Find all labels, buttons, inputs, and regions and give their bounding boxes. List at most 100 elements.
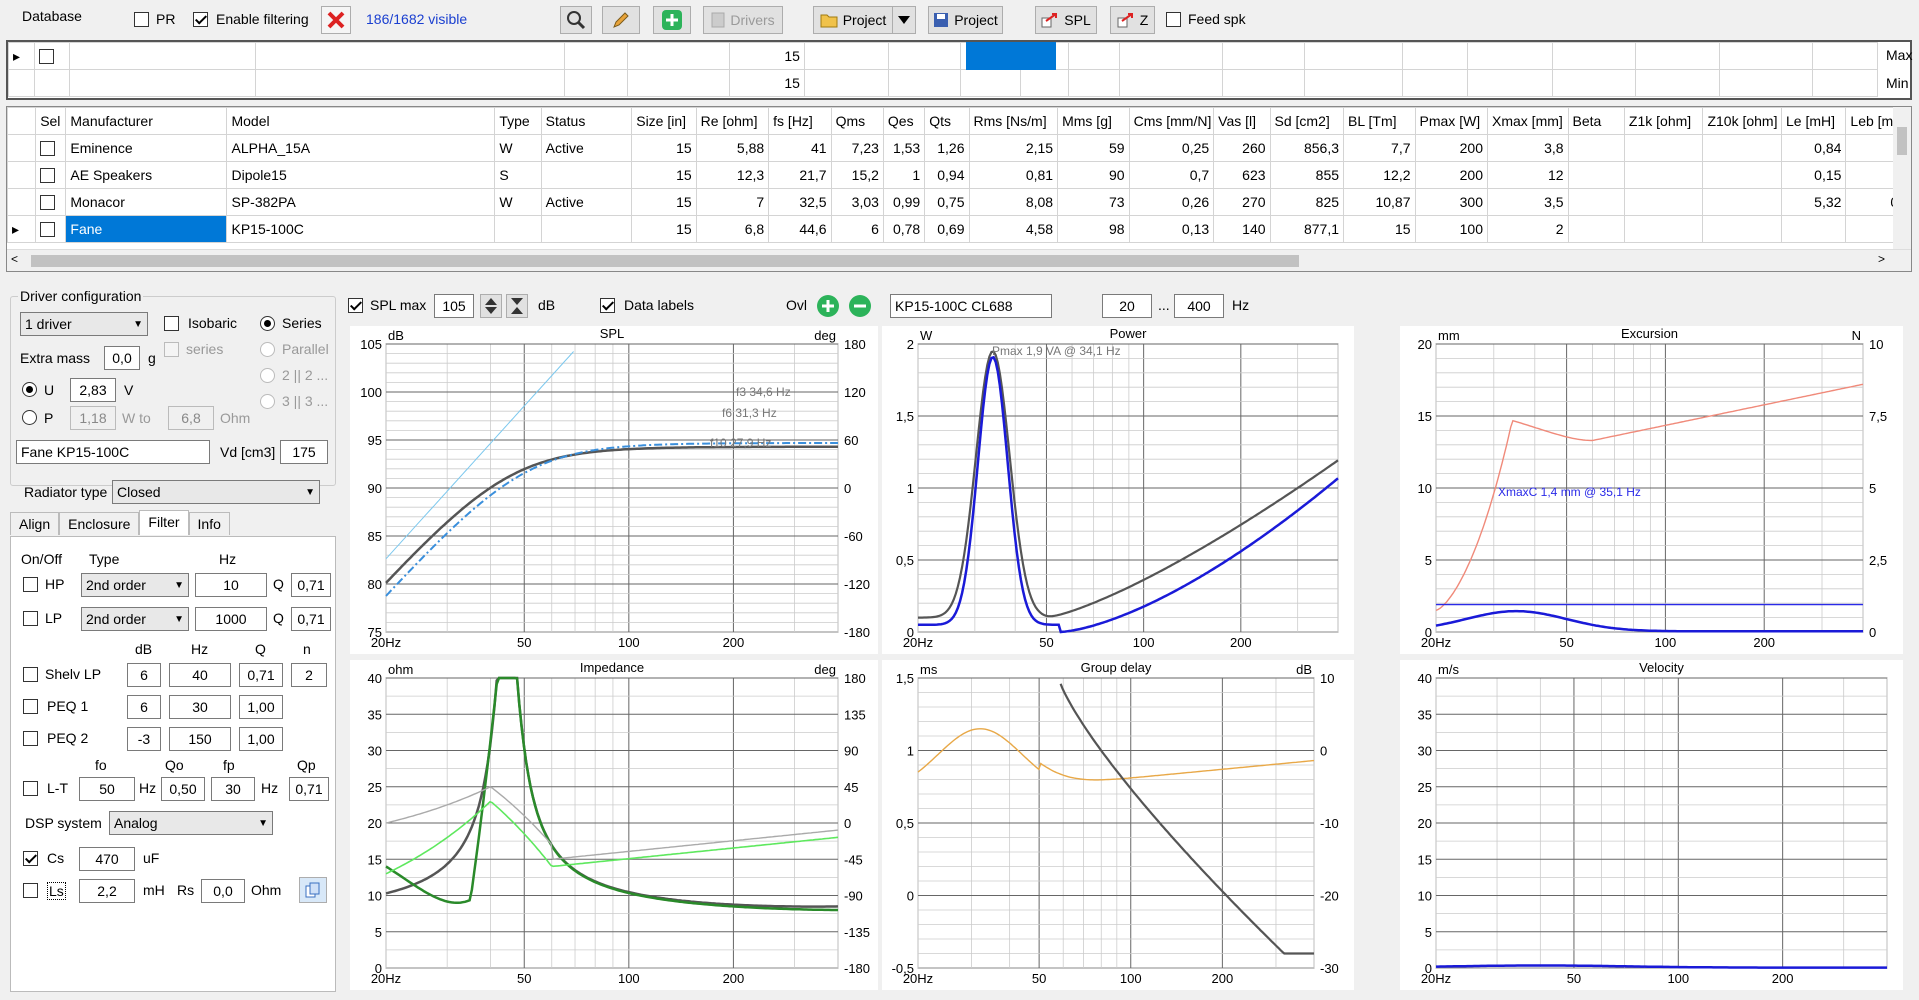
data-labels-checkbox[interactable] xyxy=(600,298,615,313)
table-cell[interactable]: 5,32 xyxy=(1780,188,1847,216)
table-cell[interactable]: 98 xyxy=(1057,215,1130,243)
table-cell[interactable] xyxy=(1702,215,1782,243)
table-cell[interactable]: 15 xyxy=(631,215,697,243)
table-cell[interactable] xyxy=(1567,188,1625,216)
table-cell[interactable]: 100 xyxy=(1414,215,1489,243)
table-cell[interactable]: 855 xyxy=(1269,161,1345,189)
table-cell[interactable]: Fane xyxy=(65,215,228,243)
three-parallel-radio[interactable] xyxy=(260,394,275,409)
table-row[interactable]: Monacor SP-382PA W Active 15 7 32,5 3,03 0,99 0,7… xyxy=(7,188,1907,216)
spl-max-checkbox[interactable] xyxy=(348,298,363,313)
row-select-checkbox[interactable] xyxy=(40,168,56,184)
freq-to-input[interactable]: 400 xyxy=(1174,294,1224,318)
table-cell[interactable]: 12 xyxy=(1487,161,1569,189)
enable-filtering-checkbox[interactable] xyxy=(193,12,208,27)
row-select-checkbox[interactable] xyxy=(40,195,56,211)
table-cell[interactable] xyxy=(1623,188,1704,216)
column-header[interactable]: Sd [cm2] xyxy=(1269,107,1345,135)
table-cell[interactable]: 3,03 xyxy=(830,188,884,216)
table-cell[interactable]: 0,13 xyxy=(1128,215,1215,243)
table-cell[interactable]: 623 xyxy=(1213,161,1271,189)
pr-checkbox[interactable] xyxy=(134,12,149,27)
table-cell[interactable]: 260 xyxy=(1213,134,1271,162)
clear-filter-button[interactable] xyxy=(321,6,351,34)
table-cell[interactable]: 0,69 xyxy=(924,215,970,243)
column-header[interactable]: Qms xyxy=(830,107,884,135)
table-cell[interactable]: 0,75 xyxy=(924,188,970,216)
table-cell[interactable]: 10,87 xyxy=(1343,188,1416,216)
copy-button[interactable] xyxy=(299,877,327,903)
column-header[interactable]: Manufacturer xyxy=(65,107,228,135)
ohm-input[interactable]: 6,8 xyxy=(168,406,214,430)
series-radio[interactable] xyxy=(260,316,275,331)
table-cell[interactable]: 32,5 xyxy=(768,188,832,216)
column-header[interactable]: Beta xyxy=(1567,107,1625,135)
table-cell[interactable]: 1 xyxy=(882,161,926,189)
table-cell[interactable]: 7,23 xyxy=(830,134,884,162)
lp-hz-input[interactable]: 1000 xyxy=(195,607,267,631)
ls-input[interactable]: 2,2 xyxy=(79,879,135,903)
peq1-q-input[interactable]: 1,00 xyxy=(239,695,283,719)
add-button[interactable] xyxy=(653,6,691,34)
vd-input[interactable]: 175 xyxy=(280,440,328,464)
table-cell[interactable]: SP-382PA xyxy=(226,188,496,216)
table-cell[interactable]: 200 xyxy=(1414,134,1489,162)
column-header[interactable]: Status xyxy=(540,107,633,135)
table-cell[interactable] xyxy=(1702,188,1782,216)
table-cell[interactable]: 825 xyxy=(1269,188,1345,216)
column-header[interactable]: fs [Hz] xyxy=(768,107,832,135)
table-row[interactable]: ▸ Fane KP15-100C 15 6,8 44,6 6 0,78 0,69 4,58 98 0,… xyxy=(7,215,1907,243)
table-cell[interactable]: 3,5 xyxy=(1487,188,1569,216)
extra-mass-input[interactable]: 0,0 xyxy=(104,346,140,370)
table-cell[interactable]: 3,8 xyxy=(1487,134,1569,162)
column-header[interactable]: Pmax [W] xyxy=(1414,107,1489,135)
shelv-n-input[interactable]: 2 xyxy=(291,663,327,687)
search-button[interactable] xyxy=(560,6,592,34)
hp-checkbox[interactable] xyxy=(23,577,38,592)
table-cell[interactable]: 15,2 xyxy=(830,161,884,189)
two-parallel-radio[interactable] xyxy=(260,368,275,383)
table-cell[interactable] xyxy=(1567,215,1625,243)
table-cell[interactable]: 4,58 xyxy=(968,215,1059,243)
freq-from-input[interactable]: 20 xyxy=(1102,294,1152,318)
table-cell[interactable] xyxy=(1702,134,1782,162)
overlay-add-button[interactable] xyxy=(814,293,842,319)
export-spl-button[interactable]: SPL xyxy=(1035,6,1097,34)
lp-checkbox[interactable] xyxy=(23,611,38,626)
cs-checkbox[interactable] xyxy=(23,851,38,866)
power-input[interactable]: 1,18 xyxy=(70,406,116,430)
scroll-left-icon[interactable]: < xyxy=(11,252,18,266)
row-select-checkbox[interactable] xyxy=(40,222,56,238)
table-cell[interactable]: 856,3 xyxy=(1269,134,1345,162)
table-cell[interactable]: 0,26 xyxy=(1128,188,1215,216)
peq1-hz-input[interactable]: 30 xyxy=(169,695,231,719)
shelv-q-input[interactable]: 0,71 xyxy=(239,663,283,687)
table-cell[interactable]: 15 xyxy=(631,188,697,216)
table-cell[interactable] xyxy=(1702,161,1782,189)
column-header[interactable]: Rms [Ns/m] xyxy=(968,107,1059,135)
table-cell[interactable]: KP15-100C xyxy=(226,215,496,243)
table-cell[interactable] xyxy=(1623,215,1704,243)
edit-button[interactable] xyxy=(602,6,640,34)
table-cell[interactable] xyxy=(1623,134,1704,162)
column-header[interactable]: Qts xyxy=(924,107,970,135)
table-cell[interactable]: 44,6 xyxy=(768,215,832,243)
tab-filter[interactable]: Filter xyxy=(139,510,189,535)
table-cell[interactable]: AE Speakers xyxy=(65,161,228,189)
table-cell[interactable]: Eminence xyxy=(65,134,228,162)
select-checkbox-cell[interactable] xyxy=(35,134,67,162)
column-header[interactable]: Z1k [ohm] xyxy=(1623,107,1704,135)
table-cell[interactable] xyxy=(540,161,633,189)
dsp-select[interactable]: Analog ▼ xyxy=(109,811,273,835)
peq2-hz-input[interactable]: 150 xyxy=(169,727,231,751)
table-cell[interactable]: 0,84 xyxy=(1780,134,1847,162)
table-cell[interactable]: W xyxy=(494,134,542,162)
peq2-checkbox[interactable] xyxy=(23,731,38,746)
table-cell[interactable]: 0,15 xyxy=(1780,161,1847,189)
peq1-checkbox[interactable] xyxy=(23,699,38,714)
table-cell[interactable]: 877,1 xyxy=(1269,215,1345,243)
column-header[interactable]: Sel xyxy=(35,107,67,135)
lt-qo-input[interactable]: 0,50 xyxy=(161,777,205,801)
table-cell[interactable]: W xyxy=(494,188,542,216)
filter-max-size[interactable]: 15 xyxy=(729,42,805,70)
